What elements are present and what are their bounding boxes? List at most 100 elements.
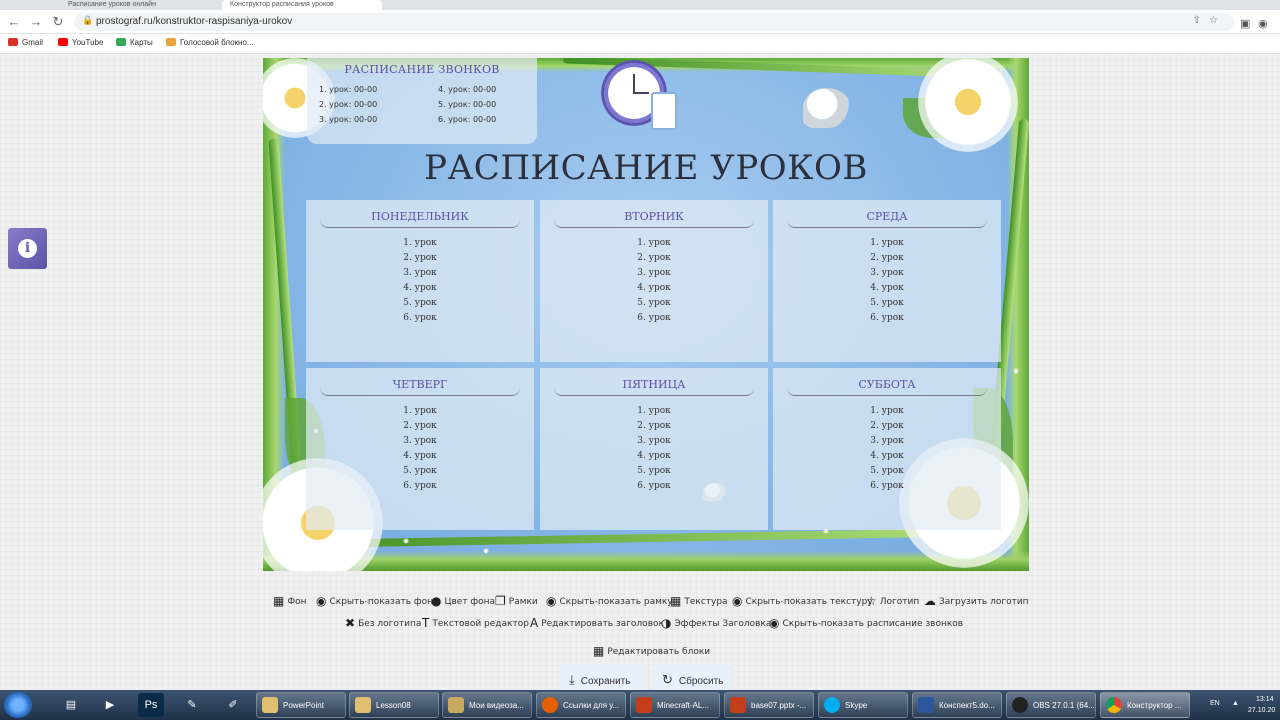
- tool-texture[interactable]: ▦ Текстура: [670, 594, 728, 608]
- lesson-list: 1. урок 2. урок 3. урок 4. урок 5. урок …: [540, 236, 768, 326]
- eye-icon: ◉: [546, 594, 557, 608]
- media-player-icon[interactable]: ▶: [97, 693, 123, 717]
- text-icon: T: [422, 616, 430, 630]
- taskbar-item[interactable]: Мои видеоза...: [442, 692, 532, 718]
- day-block-saturday[interactable]: СУББОТА 1. урок 2. урок 3. урок 4. урок …: [773, 368, 1001, 530]
- taskbar-item[interactable]: Ссылки для у...: [536, 692, 626, 718]
- notepad-icon: [166, 38, 176, 46]
- lesson-item: 4. урок: [403, 283, 437, 293]
- gmail-icon: [8, 38, 18, 46]
- url-input[interactable]: 🔒 prostograf.ru/konstruktor-raspisaniya-…: [74, 13, 1234, 31]
- bookmark-gmail[interactable]: Gmail: [8, 38, 43, 47]
- sparkle: [403, 538, 409, 544]
- tool-edit-title[interactable]: A Редактировать заголовок: [530, 616, 664, 630]
- close-icon: ✖: [345, 616, 356, 630]
- eye-icon: ◉: [732, 594, 743, 608]
- tool-label: Логотип: [879, 597, 920, 607]
- day-block-thursday[interactable]: ЧЕТВЕРГ 1. урок 2. урок 3. урок 4. урок …: [306, 368, 534, 530]
- tab-raspisanie-online[interactable]: Расписание уроков онлайн: [60, 0, 210, 10]
- lesson-item: 2. урок: [637, 253, 671, 263]
- language-indicator[interactable]: EN: [1210, 700, 1220, 707]
- info-button[interactable]: i: [8, 228, 47, 269]
- taskbar-label: Мои видеоза...: [469, 701, 524, 710]
- lesson-item: 5. урок: [403, 466, 437, 476]
- day-block-wednesday[interactable]: СРЕДА 1. урок 2. урок 3. урок 4. урок 5.…: [773, 200, 1001, 362]
- bookmark-label: Карты: [130, 38, 153, 47]
- tool-label: Рамки: [508, 597, 538, 607]
- day-title: ПЯТНИЦА: [554, 378, 754, 396]
- lesson-item: 3. урок: [870, 436, 904, 446]
- grid-icon: ▦: [273, 594, 285, 608]
- lesson-item: 6. урок: [870, 481, 904, 491]
- tool-upload-logo[interactable]: ☁ Загрузить логотип: [924, 594, 1029, 608]
- lesson-item: 3. урок: [637, 436, 671, 446]
- taskbar-item-active[interactable]: Конструктор ...: [1100, 692, 1190, 718]
- clock-time[interactable]: 13:14: [1256, 696, 1274, 703]
- tab-konstruktor[interactable]: Конструктор расписания уроков: [222, 0, 382, 10]
- pdf-editor-icon[interactable]: ✐: [220, 693, 246, 717]
- taskbar-label: Конспект5.do...: [939, 701, 995, 710]
- bells-schedule-panel[interactable]: РАСПИСАНИЕ ЗВОНКОВ 1. урок: 00-00 2. уро…: [307, 58, 537, 144]
- lesson-item: 5. урок: [637, 466, 671, 476]
- clock-date[interactable]: 27.10.20: [1248, 707, 1275, 714]
- tool-toggle-bells[interactable]: ◉ Скрыть-показать расписание звонков: [769, 616, 963, 630]
- tool-background-color[interactable]: ● Цвет фона: [431, 594, 495, 608]
- tool-toggle-frame[interactable]: ◉ Скрыть-показать рамку: [546, 594, 673, 608]
- day-block-friday[interactable]: ПЯТНИЦА 1. урок 2. урок 3. урок 4. урок …: [540, 368, 768, 530]
- side-panel-icon[interactable]: ▣: [1240, 17, 1250, 30]
- eye-icon: ◉: [769, 616, 780, 630]
- tool-title-effects[interactable]: ◑ Эффекты Заголовка: [661, 616, 771, 630]
- poster-title[interactable]: РАСПИСАНИЕ УРОКОВ: [263, 148, 1029, 188]
- lesson-item: 2. урок: [637, 421, 671, 431]
- taskbar-label: Lesson08: [376, 701, 411, 710]
- lesson-item: 6. урок: [403, 481, 437, 491]
- windows-taskbar: ▤ ▶ Ps ✎ ✐ PowerPoint Lesson08 Мои видео…: [0, 690, 1280, 720]
- eye-icon: ◉: [316, 594, 327, 608]
- bookmark-maps[interactable]: Карты: [116, 38, 153, 47]
- back-icon[interactable]: ←: [6, 14, 22, 30]
- share-star-icons[interactable]: ⇪☆: [1193, 15, 1226, 26]
- browser-tab-strip: Расписание уроков онлайн Конструктор рас…: [0, 0, 1280, 10]
- tool-label: Редактировать блоки: [607, 647, 711, 657]
- tool-background[interactable]: ▦ Фон: [273, 594, 306, 608]
- taskbar-item[interactable]: Minecraft-AL...: [630, 692, 720, 718]
- word-icon: [918, 697, 934, 713]
- day-block-tuesday[interactable]: ВТОРНИК 1. урок 2. урок 3. урок 4. урок …: [540, 200, 768, 362]
- info-icon: i: [18, 239, 37, 258]
- start-button[interactable]: [4, 692, 32, 718]
- tool-label: Эффекты Заголовка: [674, 619, 772, 629]
- tool-no-logo[interactable]: ✖ Без логотипа: [345, 616, 421, 630]
- bookmark-voice-notepad[interactable]: Голосовой блокно...: [166, 38, 254, 47]
- bookmark-label: Gmail: [22, 38, 43, 47]
- taskbar-item[interactable]: base07.pptx -...: [724, 692, 814, 718]
- lesson-item: 2. урок: [870, 421, 904, 431]
- taskbar-item[interactable]: Lesson08: [349, 692, 439, 718]
- calculator-icon[interactable]: ▤: [58, 693, 84, 717]
- tool-text-editor[interactable]: T Текстовой редактор: [422, 616, 529, 630]
- profile-icon[interactable]: ◉: [1258, 17, 1268, 30]
- tool-logo[interactable]: ☆ Логотип: [866, 594, 919, 608]
- photoshop-icon[interactable]: Ps: [138, 693, 164, 717]
- tool-toggle-texture[interactable]: ◉ Скрыть-показать текстуру: [732, 594, 873, 608]
- taskbar-item[interactable]: PowerPoint: [256, 692, 346, 718]
- taskbar-item[interactable]: OBS 27.0.1 (64...: [1006, 692, 1096, 718]
- bookmark-youtube[interactable]: YouTube: [58, 38, 103, 47]
- tool-toggle-background[interactable]: ◉ Скрыть-показать фон: [316, 594, 433, 608]
- clipboard-illustration: [651, 92, 677, 130]
- reload-icon[interactable]: ↻: [50, 14, 66, 30]
- tool-label: Текстура: [684, 597, 728, 607]
- taskbar-item[interactable]: Конспект5.do...: [912, 692, 1002, 718]
- schedule-poster: РАСПИСАНИЕ ЗВОНКОВ 1. урок: 00-00 2. уро…: [263, 58, 1029, 571]
- day-block-monday[interactable]: ПОНЕДЕЛЬНИК 1. урок 2. урок 3. урок 4. у…: [306, 200, 534, 362]
- tool-label: Скрыть-показать фон: [329, 597, 433, 607]
- lesson-item: 2. урок: [870, 253, 904, 263]
- tool-label: Без логотипа: [358, 619, 422, 629]
- tool-edit-blocks[interactable]: ▦ Редактировать блоки: [593, 644, 710, 658]
- tool-frames[interactable]: ❐ Рамки: [495, 594, 538, 608]
- forward-icon[interactable]: →: [28, 14, 44, 30]
- address-bar: ← → ↻ 🔒 prostograf.ru/konstruktor-raspis…: [0, 10, 1280, 34]
- taskbar-item[interactable]: Skype: [818, 692, 908, 718]
- grid-icon: ▦: [670, 594, 682, 608]
- tray-arrow-icon[interactable]: ▲: [1232, 700, 1239, 707]
- paint-icon[interactable]: ✎: [179, 693, 205, 717]
